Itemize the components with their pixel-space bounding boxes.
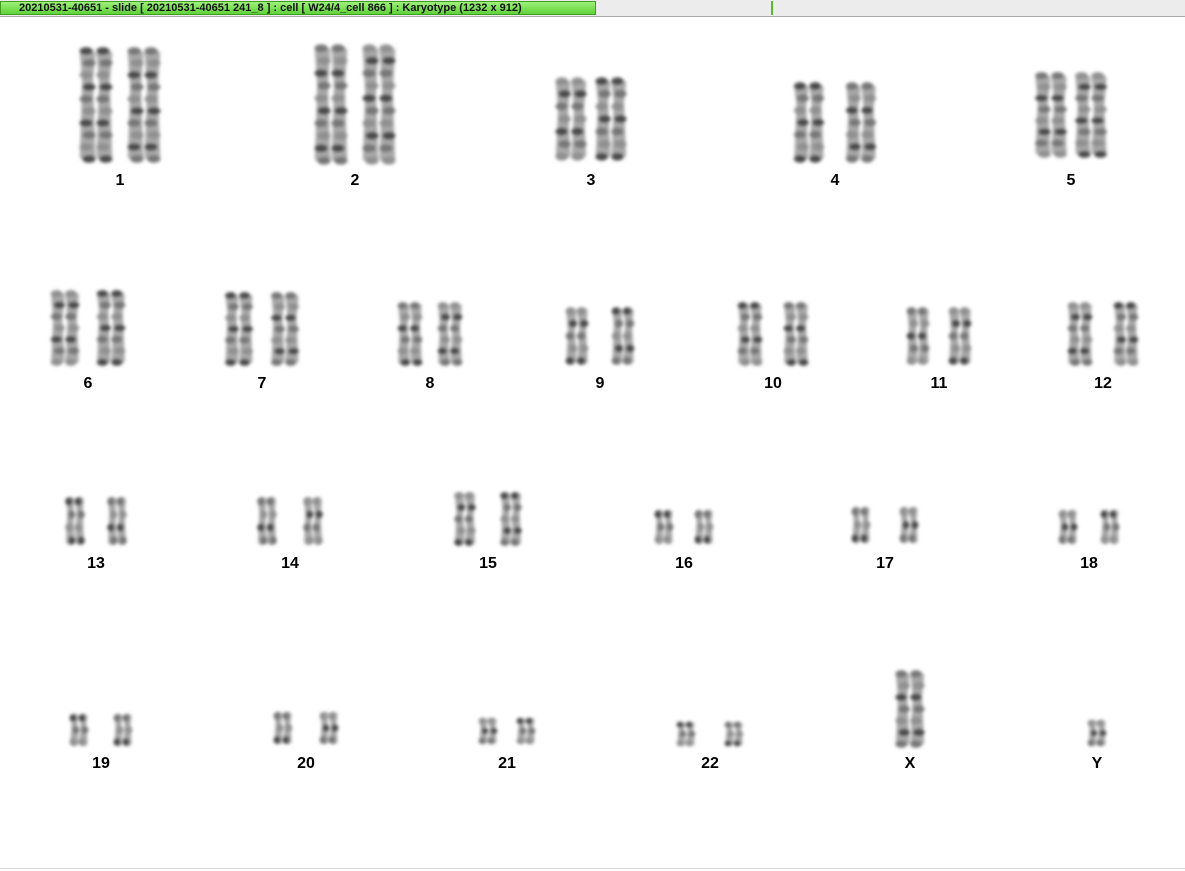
- chromosome-pair-image: [1087, 719, 1107, 747]
- titlebar-marker: [771, 1, 773, 15]
- chromosome: [1087, 719, 1107, 747]
- karyotype-panel: 1 2 3 4 5 6 7 8 9 10 11 12 13 14 15 16 17 18 19 20 21 22 X Y: [0, 18, 1185, 868]
- bottom-divider: [0, 868, 1185, 869]
- window-title[interactable]: 20210531-40651 - slide [ 20210531-40651 …: [0, 1, 596, 15]
- window-titlebar: 20210531-40651 - slide [ 20210531-40651 …: [0, 0, 1185, 17]
- chromosome-label: Y: [1091, 755, 1103, 772]
